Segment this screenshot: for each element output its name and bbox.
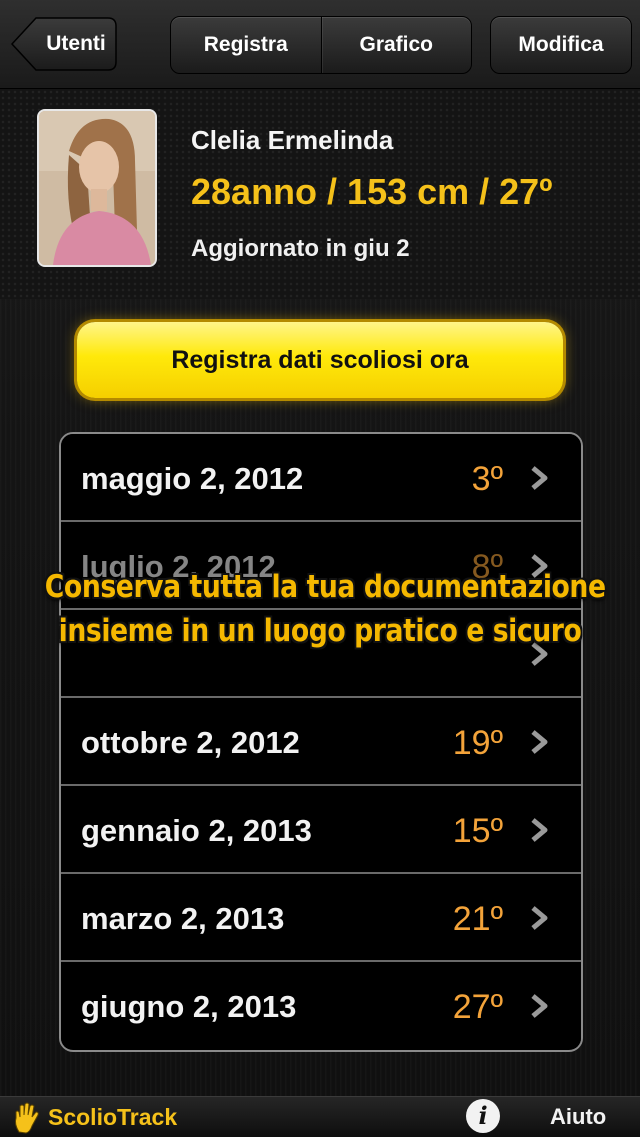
profile-stats: 28anno / 153 cm / 27º (191, 171, 553, 212)
top-navigation-bar: Utenti Registra Grafico Modifica (0, 0, 640, 89)
record-date: giugno 2, 2013 (81, 989, 297, 1024)
chevron-right-icon (531, 994, 548, 1018)
info-icon[interactable]: i (466, 1099, 500, 1133)
list-item[interactable]: ottobre 2, 2012 19º (61, 698, 581, 786)
avatar[interactable] (37, 109, 157, 267)
brand-name: ScolioTrack (48, 1104, 178, 1130)
promo-banner-line-1: Conserva tutta la tua documentazione (44, 569, 606, 605)
profile-name: Clelia Ermelinda (191, 125, 394, 155)
chevron-right-icon (531, 818, 548, 842)
chevron-right-icon (531, 466, 548, 490)
profile-header: Clelia Ermelinda 28anno / 153 cm / 27º A… (0, 89, 640, 299)
record-angle: 15º (452, 812, 503, 850)
back-button-label: Utenti (46, 32, 106, 55)
tab-registra[interactable]: Registra (171, 17, 321, 73)
record-date: gennaio 2, 2013 (81, 813, 312, 848)
promo-banner-line-2: insieme in un luogo pratico e sicuro (58, 613, 582, 649)
view-segmented-control: Registra Grafico (170, 16, 472, 74)
list-item[interactable]: marzo 2, 2013 21º (61, 874, 581, 962)
promo-banner: Conserva tutta la tua documentazione ins… (44, 565, 606, 653)
record-date: maggio 2, 2012 (81, 461, 304, 496)
record-date: ottobre 2, 2012 (81, 725, 300, 760)
tab-grafico[interactable]: Grafico (320, 17, 472, 73)
record-scoliosis-data-button[interactable]: Registra dati scoliosi ora (77, 322, 563, 398)
record-angle: 3º (471, 460, 503, 498)
record-angle: 19º (452, 724, 503, 762)
chevron-right-icon (531, 906, 548, 930)
record-angle: 27º (452, 988, 503, 1026)
chevron-right-icon (531, 730, 548, 754)
edit-button[interactable]: Modifica (490, 16, 632, 74)
help-button[interactable]: Aiuto (550, 1097, 606, 1137)
back-button-users[interactable]: Utenti (10, 16, 118, 72)
list-item[interactable]: maggio 2, 2012 3º (61, 434, 581, 522)
records-list: maggio 2, 2012 3º luglio 2, 2012 8º otto… (59, 432, 583, 1052)
list-item[interactable]: giugno 2, 2013 27º (61, 962, 581, 1048)
bottom-toolbar: ScolioTrack i Aiuto (0, 1096, 640, 1137)
record-angle: 21º (452, 900, 503, 938)
profile-updated: Aggiornato in giu 2 (191, 235, 410, 262)
avatar-photo (39, 111, 155, 265)
hand-logo-icon (14, 1102, 39, 1134)
record-date: marzo 2, 2013 (81, 901, 285, 936)
list-item[interactable]: gennaio 2, 2013 15º (61, 786, 581, 874)
